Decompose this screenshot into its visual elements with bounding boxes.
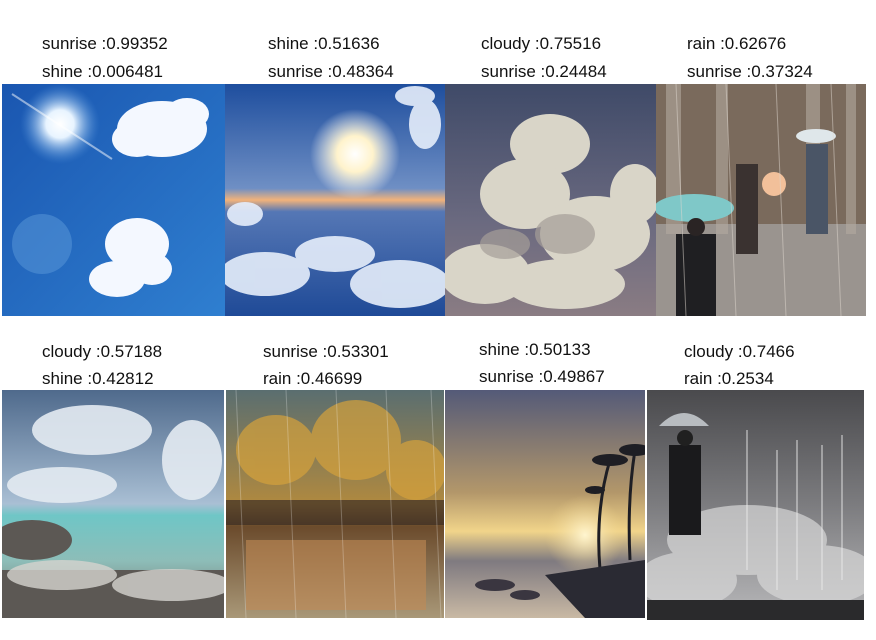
panel-3-bottom-label: sunrise :0.24484 [481, 62, 607, 81]
panel-8-top-label: cloudy :0.7466 [684, 342, 795, 361]
panel-6-top-label: sunrise :0.53301 [263, 342, 389, 361]
panel-7-image [445, 390, 645, 618]
panel-1-image [2, 84, 225, 316]
panel-5-bottom-label: shine :0.42812 [42, 369, 154, 388]
panel-4-image [656, 84, 866, 316]
panel-8-bottom-label: rain :0.2534 [684, 369, 774, 388]
panel-1-top-label: sunrise :0.99352 [42, 34, 168, 53]
panel-6-bottom-label: rain :0.46699 [263, 369, 363, 388]
panel-4-bottom-label: sunrise :0.37324 [687, 62, 813, 81]
panel-6-image [226, 390, 444, 618]
panel-5-top-label: cloudy :0.57188 [42, 342, 163, 361]
panel-3-top-label: cloudy :0.75516 [481, 34, 602, 53]
panel-7-top-label: shine :0.50133 [479, 340, 591, 359]
panel-4-top-label: rain :0.62676 [687, 34, 787, 53]
panel-7-bottom-label: sunrise :0.49867 [479, 367, 605, 386]
panel-2-bottom-label: sunrise :0.48364 [268, 62, 394, 81]
panel-3-image [445, 84, 656, 316]
panel-5-image [2, 390, 224, 618]
panel-1-bottom-label: shine :0.006481 [42, 62, 163, 81]
panel-8-image [647, 390, 864, 620]
panel-2-top-label: shine :0.51636 [268, 34, 380, 53]
panel-2-image [225, 84, 445, 316]
